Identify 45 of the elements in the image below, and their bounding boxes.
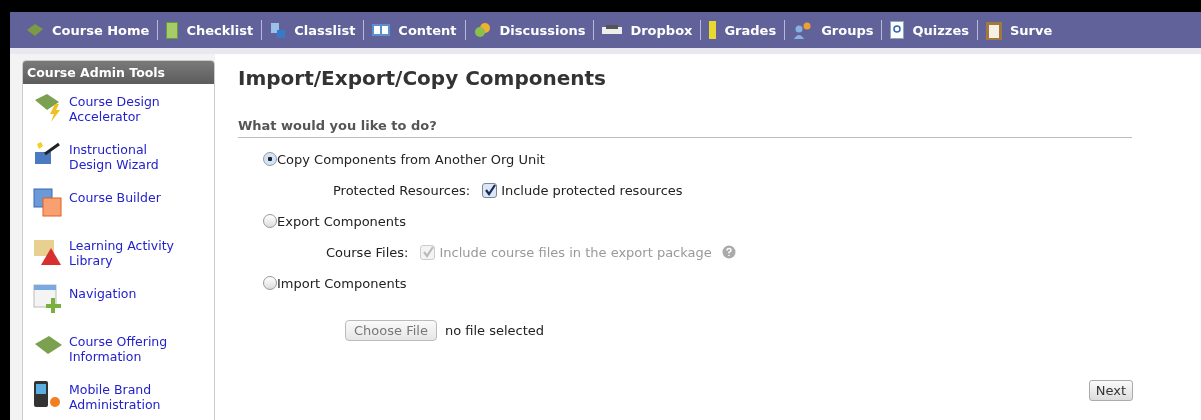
page-title: Import/Export/Copy Components — [238, 66, 607, 90]
radio-button[interactable] — [263, 214, 277, 228]
file-status: no file selected — [444, 322, 545, 338]
nav-tab[interactable]: Grades — [701, 21, 785, 39]
nav-tab[interactable]: Content — [364, 22, 465, 38]
radio-button[interactable] — [263, 276, 277, 290]
nav-tab[interactable]: Dropbox — [594, 22, 701, 38]
nav-tab[interactable]: Surve — [977, 20, 1061, 40]
sidebar-link[interactable]: Course Offering Information — [23, 332, 214, 380]
checkbox[interactable] — [482, 182, 498, 198]
nav-tab[interactable]: Classlist — [262, 21, 364, 39]
stacked-squares-icon — [33, 188, 63, 218]
mobile-phone-icon — [33, 380, 63, 410]
tray-icon — [602, 25, 623, 35]
sidebar-link[interactable]: Learning Activity Library — [23, 236, 214, 284]
field-label: Protected Resources: — [333, 182, 471, 198]
section-heading: What would you like to do? — [238, 118, 1132, 138]
checklist-icon — [166, 21, 179, 39]
radio-button[interactable] — [263, 152, 277, 166]
open-book-icon — [372, 23, 391, 37]
org-chart-icon — [270, 21, 287, 39]
window-move-icon — [33, 284, 63, 314]
radio-option[interactable]: Export Components — [263, 212, 1201, 230]
chat-bubbles-icon — [473, 22, 492, 38]
book-lightning-icon — [33, 92, 63, 122]
sidebar-link[interactable]: Course Builder — [23, 188, 214, 236]
sidebar-link[interactable]: Navigation — [23, 284, 214, 332]
sidebar-link[interactable]: Mobile Brand Administration — [23, 380, 214, 420]
next-button[interactable]: Next — [1088, 380, 1133, 401]
nav-tab[interactable]: Quizzes — [882, 21, 977, 39]
nav-tab[interactable]: Groups — [785, 21, 882, 39]
sidebar-link[interactable]: Course Design Accelerator — [23, 92, 214, 140]
radio-option[interactable]: Copy Components from Another Org Unit — [263, 150, 1201, 168]
sidebar-link[interactable]: Instructional Design Wizard — [23, 140, 214, 188]
checkbox-label: Include protected resources — [501, 182, 683, 198]
quiz-page-icon — [890, 21, 905, 39]
nav-tab[interactable]: Course Home — [18, 22, 158, 38]
nav-tab[interactable]: Discussions — [465, 22, 594, 38]
radio-option[interactable]: Import Components — [263, 274, 1201, 292]
checkbox-label: Include course files in the export package — [439, 244, 712, 260]
choose-file-button[interactable]: Choose File — [345, 319, 437, 341]
field-label: Course Files: — [326, 244, 409, 260]
panel-title: Course Admin Tools — [23, 61, 214, 84]
clipboard-icon — [985, 20, 1002, 40]
nav-tab[interactable]: Checklist — [158, 21, 262, 39]
